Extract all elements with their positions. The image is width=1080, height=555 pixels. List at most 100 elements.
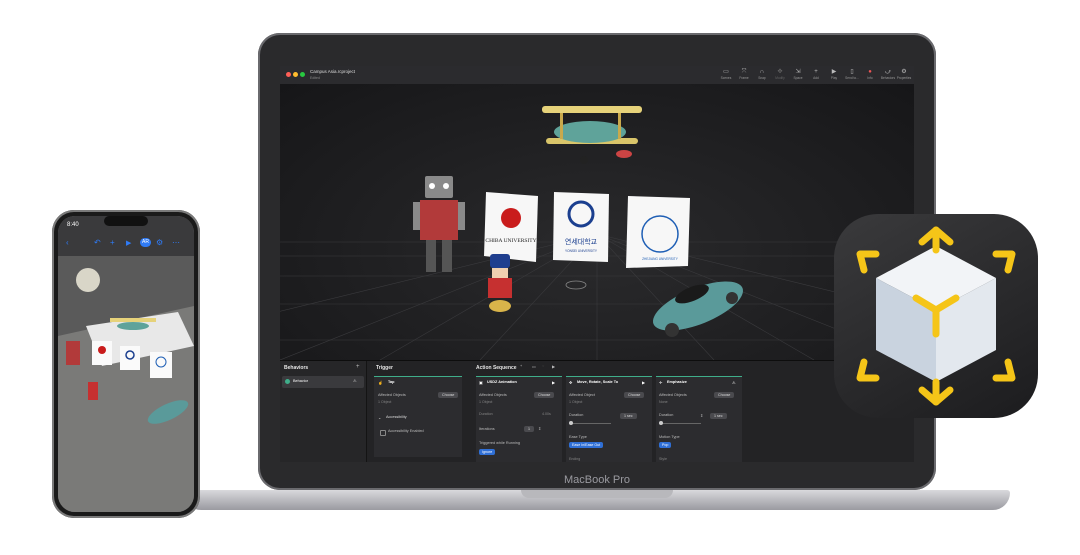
triggered-while-running-label: Triggered while Running bbox=[479, 441, 521, 445]
nutcracker-model[interactable] bbox=[488, 254, 512, 312]
behavior-list-item[interactable]: Behavior ⚠ bbox=[282, 376, 364, 388]
behaviors-list-panel: Behaviors + Behavior ⚠ bbox=[280, 361, 367, 462]
toolbar-frame-button[interactable]: ⤧ Frame bbox=[735, 68, 753, 80]
settings-icon[interactable]: ⚙ bbox=[156, 238, 163, 247]
accessibility-chevron-icon[interactable]: ⌄ bbox=[378, 415, 381, 420]
add-action-icon[interactable]: + bbox=[520, 364, 522, 368]
ceiling-lamp bbox=[76, 268, 100, 292]
race-car-model[interactable] bbox=[647, 271, 749, 340]
duration-slider[interactable] bbox=[569, 423, 611, 424]
back-icon[interactable]: ‹ bbox=[66, 238, 69, 247]
properties-icon: ⚙ bbox=[901, 69, 907, 75]
reality-composer-app-icon bbox=[834, 214, 1038, 418]
action-card-move-rotate-scale[interactable]: ✥ Move, Rotate, Scale To ▶ Affected Obje… bbox=[566, 376, 652, 462]
loop-icon[interactable]: ◌ bbox=[542, 364, 544, 368]
accessibility-checkbox[interactable] bbox=[380, 430, 386, 436]
accessibility-enabled-label: Accessibility Enabled bbox=[388, 429, 424, 433]
action-play-icon[interactable]: ▶ bbox=[552, 380, 555, 385]
action-affected-value: 1 Object bbox=[569, 400, 583, 404]
sign-chiba-text: CHIBA UNIVERSITY bbox=[485, 238, 536, 244]
zoom-window-button[interactable] bbox=[300, 72, 305, 77]
frame-icon: ⤧ bbox=[741, 69, 747, 75]
ar-toggle-button[interactable]: AR bbox=[140, 238, 151, 247]
remove-action-icon[interactable]: ▭ bbox=[532, 364, 536, 369]
biplane-model[interactable] bbox=[542, 106, 642, 164]
sign-yonsei[interactable]: 연세대학교 YONSEI UNIVERSITY bbox=[553, 192, 609, 262]
scenes-icon: ▭ bbox=[723, 69, 729, 75]
ar-nutcracker bbox=[88, 382, 98, 400]
more-icon[interactable]: ⋯ bbox=[172, 238, 180, 247]
macbook-label: MacBook Pro bbox=[563, 474, 631, 486]
action-name: Move, Rotate, Scale To bbox=[577, 380, 619, 384]
behavior-warning-icon: ⚠ bbox=[353, 379, 357, 383]
reality-composer-window: Campus Asia.rcproject Edited ▭ Scenes ⤧ Fr… bbox=[280, 66, 914, 462]
toolbar-scenes-button[interactable]: ▭ Scenes bbox=[717, 68, 735, 80]
ar-sign-yonsei bbox=[120, 346, 140, 370]
info-icon: ● bbox=[868, 69, 872, 75]
action-play-icon[interactable]: ▶ bbox=[642, 380, 645, 385]
scene-viewport[interactable]: CHIBA UNIVERSITY 연세대학교 YONSEI UNIVERSITY… bbox=[280, 84, 914, 360]
ease-type-select[interactable]: Ease In/Ease Out bbox=[569, 442, 604, 448]
duration-value[interactable]: 1 sec bbox=[710, 413, 727, 419]
duration-slider[interactable] bbox=[659, 423, 701, 424]
action-choose-button[interactable]: Choose bbox=[624, 392, 645, 398]
ar-sign-zhejiang bbox=[150, 352, 172, 378]
toolbar-info-button[interactable]: ● Info bbox=[861, 68, 879, 80]
usdz-animation-icon: ▣ bbox=[479, 381, 483, 385]
action-affected-value: 1 Object bbox=[479, 400, 493, 404]
action-choose-button[interactable]: Choose bbox=[714, 392, 735, 398]
ease-type-label: Ease Type bbox=[569, 435, 587, 439]
triggered-while-running-select[interactable]: Ignore bbox=[479, 449, 496, 455]
origin-marker bbox=[565, 280, 587, 290]
snap-icon: ∩ bbox=[759, 69, 765, 75]
motion-type-select[interactable]: Pop bbox=[659, 442, 672, 448]
action-affected-value: None bbox=[659, 400, 668, 404]
action-choose-button[interactable]: Choose bbox=[534, 392, 555, 398]
ar-camera-view bbox=[58, 216, 194, 512]
toolbar-properties-button[interactable]: ⚙ Properties bbox=[895, 68, 913, 80]
trigger-name: Tap bbox=[388, 380, 395, 384]
toolbar-snap-button[interactable]: ∩ Snap bbox=[753, 68, 771, 80]
sign-chiba[interactable]: CHIBA UNIVERSITY bbox=[484, 192, 538, 262]
status-time: 8:40 bbox=[67, 222, 79, 228]
sign-zhejiang[interactable]: ZHEJIANG UNIVERSITY bbox=[626, 196, 690, 268]
toolbar-modify-button[interactable]: ✥ Modify bbox=[771, 68, 789, 80]
iterations-stepper[interactable]: ⇕ bbox=[538, 426, 541, 431]
trigger-card[interactable]: ☝ Tap Affected Objects Choose 1 Object ⌄… bbox=[374, 376, 462, 457]
iterations-field[interactable]: 1 bbox=[524, 426, 534, 432]
toolbar-space-button[interactable]: ⇲ Space bbox=[789, 68, 807, 80]
minimize-window-button[interactable] bbox=[293, 72, 298, 77]
action-affected-label: Affected Objects bbox=[659, 393, 687, 397]
extra-label: Style bbox=[659, 457, 667, 461]
trigger-affected-label: Affected Objects bbox=[378, 393, 406, 397]
duration-label: Duration bbox=[569, 413, 584, 417]
add-behavior-button[interactable]: + bbox=[356, 364, 360, 370]
iphone-screen: 8:40 ‹ ↶ + ▶ AR ⚙ ⋯ bbox=[58, 216, 194, 512]
undo-icon[interactable]: ↶ bbox=[94, 238, 101, 247]
duration-stepper[interactable]: ⇕ bbox=[700, 413, 703, 418]
duration-slider-thumb[interactable] bbox=[569, 421, 573, 425]
toolbar-add-button[interactable]: + Add bbox=[807, 68, 825, 80]
emphasize-icon: ✛ bbox=[659, 381, 663, 385]
action-name: USDZ Animation bbox=[487, 380, 517, 384]
action-affected-label: Affected Object bbox=[569, 393, 595, 397]
play-sequence-icon[interactable]: ▶ bbox=[552, 364, 555, 369]
behaviors-editor: Behaviors + Behavior ⚠ Trigger ☝ Tap Aff… bbox=[280, 360, 914, 462]
play-icon[interactable]: ▶ bbox=[126, 239, 131, 247]
duration-value[interactable]: 1 sec bbox=[620, 413, 637, 419]
robot-model[interactable] bbox=[413, 176, 465, 272]
action-card-usdz-animation[interactable]: ▣ USDZ Animation ▶ Affected Objects Choo… bbox=[476, 376, 562, 462]
project-title: Campus Asia.rcproject bbox=[310, 69, 356, 74]
accessibility-section-title: Accessibility bbox=[386, 415, 407, 419]
toolbar-send-button[interactable]: ▯ Send to... bbox=[843, 68, 861, 80]
macbook-notch bbox=[521, 490, 673, 498]
action-card-emphasize[interactable]: ✛ Emphasize ⚠ Affected Objects Choose No… bbox=[656, 376, 742, 462]
title-bar: Campus Asia.rcproject Edited ▭ Scenes ⤧ Fr… bbox=[280, 66, 914, 85]
close-window-button[interactable] bbox=[286, 72, 291, 77]
action-sequence-title: Action Sequence bbox=[476, 365, 517, 371]
add-icon[interactable]: + bbox=[110, 238, 115, 247]
duration-slider-thumb[interactable] bbox=[659, 421, 663, 425]
trigger-choose-button[interactable]: Choose bbox=[438, 392, 459, 398]
toolbar-play-button[interactable]: ▶ Play bbox=[825, 68, 843, 80]
ar-robot bbox=[66, 341, 80, 365]
